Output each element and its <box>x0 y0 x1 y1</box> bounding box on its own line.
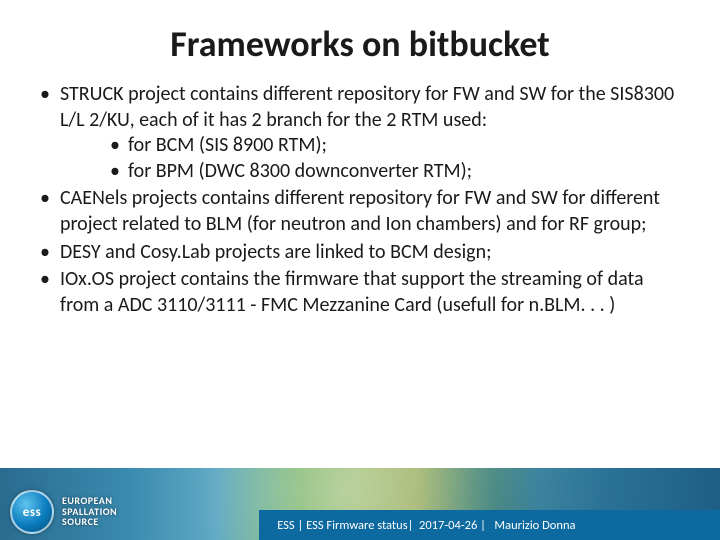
bullet-1b: for BPM (DWC 8300 downconverter RTM); <box>108 159 684 185</box>
bullet-2-text: CAENels projects contains different repo… <box>60 186 660 236</box>
bullet-2: CAENels projects contains different repo… <box>36 186 684 237</box>
bullet-3-text: DESY and Cosy.Lab projects are linked to… <box>60 240 491 264</box>
bullet-1-sublist: for BCM (SIS 8900 RTM); for BPM (DWC 830… <box>108 133 684 184</box>
footer-date: 2017-04-26 <box>419 518 477 533</box>
footer-sep3: | <box>477 518 494 533</box>
bullet-1b-text: for BPM (DWC 8300 downconverter RTM); <box>128 159 472 183</box>
footer-author: Maurizio Donna <box>494 518 575 533</box>
logo-line3: SOURCE <box>62 517 117 528</box>
footer-bar: ESS | ESS Firmware status | 2017-04-26 |… <box>259 510 720 540</box>
bullet-1: STRUCK project contains different reposi… <box>36 82 684 184</box>
slide-title: Frameworks on bitbucket <box>0 22 720 66</box>
slide: Frameworks on bitbucket STRUCK project c… <box>0 0 720 540</box>
footer-sep1: | <box>295 518 306 533</box>
bullet-1-text: STRUCK project contains different reposi… <box>60 82 674 132</box>
footer-org: ESS <box>277 518 294 533</box>
bullet-1a: for BCM (SIS 8900 RTM); <box>108 133 684 159</box>
footer-sep2: | <box>408 518 419 533</box>
logo-text: EUROPEAN SPALLATION SOURCE <box>62 496 117 528</box>
logo-abbr: ess <box>23 505 41 520</box>
bullet-3: DESY and Cosy.Lab projects are linked to… <box>36 240 684 266</box>
bullet-list: STRUCK project contains different reposi… <box>36 82 684 318</box>
bullet-4-text: IOx.OS project contains the firmware tha… <box>60 267 644 317</box>
bullet-1a-text: for BCM (SIS 8900 RTM); <box>128 133 327 157</box>
bullet-4: IOx.OS project contains the firmware tha… <box>36 267 684 318</box>
logo-badge: ess <box>10 490 54 534</box>
footer: ess EUROPEAN SPALLATION SOURCE ESS | ESS… <box>0 468 720 540</box>
footer-doc: ESS Firmware status <box>306 518 407 533</box>
logo: ess EUROPEAN SPALLATION SOURCE <box>10 490 117 534</box>
